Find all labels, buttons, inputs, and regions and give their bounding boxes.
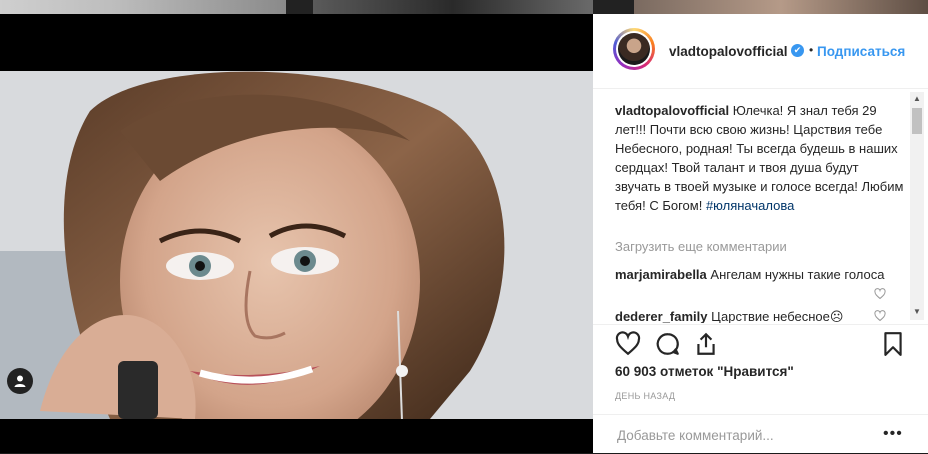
comment-item: dederer_family Царствие небесное☹ — [615, 307, 885, 323]
comment-like-icon[interactable] — [874, 310, 886, 322]
add-comment-bar: ••• — [593, 414, 928, 454]
post-header: vladtopalovofficial ✔ • Подписаться — [593, 14, 928, 89]
comment-text: Царствие небесное☹ — [711, 309, 844, 323]
comments-section[interactable]: vladtopalovofficial Юлечка! Я знал тебя … — [593, 89, 928, 323]
background-thumbnail[interactable] — [0, 0, 286, 14]
verified-icon: ✔ — [791, 44, 804, 57]
post-timestamp[interactable]: ДЕНЬ НАЗАД — [615, 391, 675, 401]
avatar-frame — [616, 31, 652, 67]
header-separator: • — [809, 43, 814, 57]
comment-username[interactable]: marjamirabella — [615, 267, 707, 282]
scrollbar-thumb[interactable] — [912, 108, 922, 134]
comment-item: marjamirabella Ангелам нужны такие голос… — [615, 265, 885, 284]
post-author-username[interactable]: vladtopalovofficial — [669, 44, 788, 59]
follow-button[interactable]: Подписаться — [817, 44, 905, 59]
comments-scrollbar[interactable]: ▲ ▼ — [910, 92, 924, 320]
scroll-up-arrow-icon[interactable]: ▲ — [913, 94, 921, 103]
comment-like-icon[interactable] — [874, 288, 886, 300]
scroll-down-arrow-icon[interactable]: ▼ — [913, 307, 921, 316]
portrait-illustration — [0, 71, 593, 419]
comment-icon[interactable] — [655, 331, 681, 357]
more-options-button[interactable]: ••• — [883, 425, 903, 443]
post-caption: vladtopalovofficial Юлечка! Я знал тебя … — [615, 101, 905, 215]
caption-text: Юлечка! Я знал тебя 29 лет!!! Почти всю … — [615, 103, 904, 213]
background-thumbnail[interactable] — [634, 0, 928, 14]
bookmark-icon[interactable] — [880, 331, 906, 357]
avatar-image — [618, 33, 650, 65]
feed-background-strip — [0, 0, 928, 14]
heart-icon[interactable] — [615, 331, 641, 357]
post-photo[interactable] — [0, 71, 593, 419]
post-details-panel: vladtopalovofficial ✔ • Подписаться vlad… — [593, 14, 928, 453]
user-tag-button[interactable] — [7, 368, 33, 394]
avatar[interactable] — [613, 28, 655, 70]
post-actions-bar — [593, 324, 928, 365]
post-media — [0, 14, 593, 453]
likes-count[interactable]: 60 903 отметок "Нравится" — [615, 364, 794, 379]
comment-username[interactable]: dederer_family — [615, 309, 708, 323]
background-thumbnail[interactable] — [313, 0, 593, 14]
share-icon[interactable] — [693, 331, 719, 357]
user-tag-icon — [14, 375, 26, 387]
comment-text: Ангелам нужны такие голоса — [710, 267, 885, 282]
caption-username[interactable]: vladtopalovofficial — [615, 103, 729, 118]
caption-hashtag[interactable]: #юляначалова — [706, 198, 794, 213]
load-more-comments-button[interactable]: Загрузить еще комментарии — [615, 239, 787, 254]
comment-input[interactable] — [615, 427, 869, 444]
